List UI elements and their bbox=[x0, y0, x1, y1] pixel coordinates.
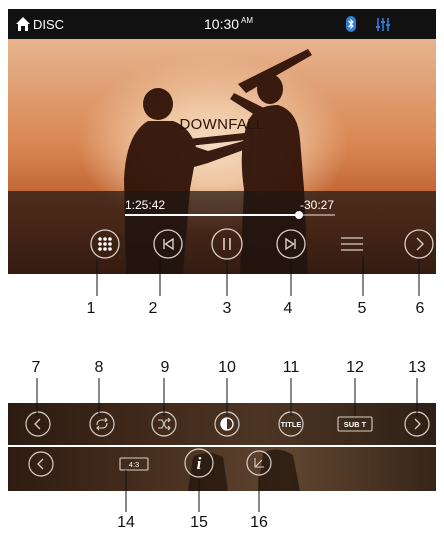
clock-ampm: AM bbox=[241, 16, 254, 26]
status-bar: DISC 10:30 AM bbox=[8, 9, 436, 39]
bluetooth-icon[interactable] bbox=[346, 16, 356, 32]
chevron-right-icon[interactable] bbox=[404, 229, 434, 259]
menu-grid-icon[interactable] bbox=[90, 229, 120, 259]
callout-11: 11 bbox=[282, 359, 300, 376]
callout-12: 12 bbox=[346, 359, 364, 376]
callout-14: 14 bbox=[117, 514, 135, 531]
remaining-time: -30:27 bbox=[300, 198, 335, 212]
next-icon[interactable] bbox=[276, 229, 306, 259]
controls-bar-3 bbox=[8, 447, 436, 491]
callout-7: 7 bbox=[31, 359, 41, 376]
progress-bar[interactable] bbox=[125, 211, 335, 219]
repeat-icon[interactable] bbox=[89, 411, 115, 437]
clock: 10:30 AM bbox=[204, 16, 253, 32]
chevron-left-icon-2[interactable] bbox=[28, 451, 54, 477]
chevron-left-icon[interactable] bbox=[25, 411, 51, 437]
shuffle-icon[interactable] bbox=[151, 411, 177, 437]
movie-title: DOWNFALL bbox=[179, 116, 265, 133]
clock-time: 10:30 bbox=[204, 16, 240, 32]
elapsed-time: 1:25:42 bbox=[125, 198, 166, 212]
callout-8: 8 bbox=[94, 359, 104, 376]
aspect-ratio-icon[interactable]: 4:3 bbox=[119, 457, 149, 471]
controls-screen-2: TITLE SUB T bbox=[8, 403, 436, 445]
callout-5: 5 bbox=[357, 300, 367, 317]
callout-2: 2 bbox=[148, 300, 158, 317]
callout-4: 4 bbox=[283, 300, 293, 317]
callout-6: 6 bbox=[415, 300, 425, 317]
callout-9: 9 bbox=[160, 359, 170, 376]
subtitle-icon[interactable]: SUB T bbox=[337, 416, 373, 432]
pause-icon[interactable] bbox=[211, 228, 243, 260]
home-icon[interactable] bbox=[15, 16, 31, 32]
aspect-button-label: 4:3 bbox=[129, 460, 139, 469]
callout-1: 1 bbox=[86, 300, 96, 317]
contrast-icon[interactable] bbox=[214, 411, 240, 437]
progress-fill bbox=[125, 214, 300, 216]
controls-screen-3: 4:3 i bbox=[8, 447, 436, 491]
source-label[interactable]: DISC bbox=[33, 17, 64, 32]
callout-16: 16 bbox=[250, 514, 268, 531]
callout-10: 10 bbox=[218, 359, 236, 376]
info-icon[interactable]: i bbox=[184, 448, 214, 478]
playback-screen: DISC 10:30 AM DOWNFALL 1:25:42 -30:27 bbox=[8, 9, 436, 274]
subtitle-button-label: SUB T bbox=[344, 420, 367, 429]
title-button-label: TITLE bbox=[281, 420, 302, 429]
callout-3: 3 bbox=[222, 300, 232, 317]
previous-icon[interactable] bbox=[153, 229, 183, 259]
equalizer-icon[interactable] bbox=[375, 17, 391, 32]
callout-15: 15 bbox=[190, 514, 208, 531]
title-icon[interactable]: TITLE bbox=[277, 411, 305, 437]
list-icon[interactable] bbox=[341, 234, 363, 254]
info-button-label: i bbox=[197, 454, 202, 473]
chevron-right-icon-2[interactable] bbox=[404, 411, 430, 437]
callout-13: 13 bbox=[408, 359, 426, 376]
angle-icon[interactable] bbox=[246, 450, 272, 476]
